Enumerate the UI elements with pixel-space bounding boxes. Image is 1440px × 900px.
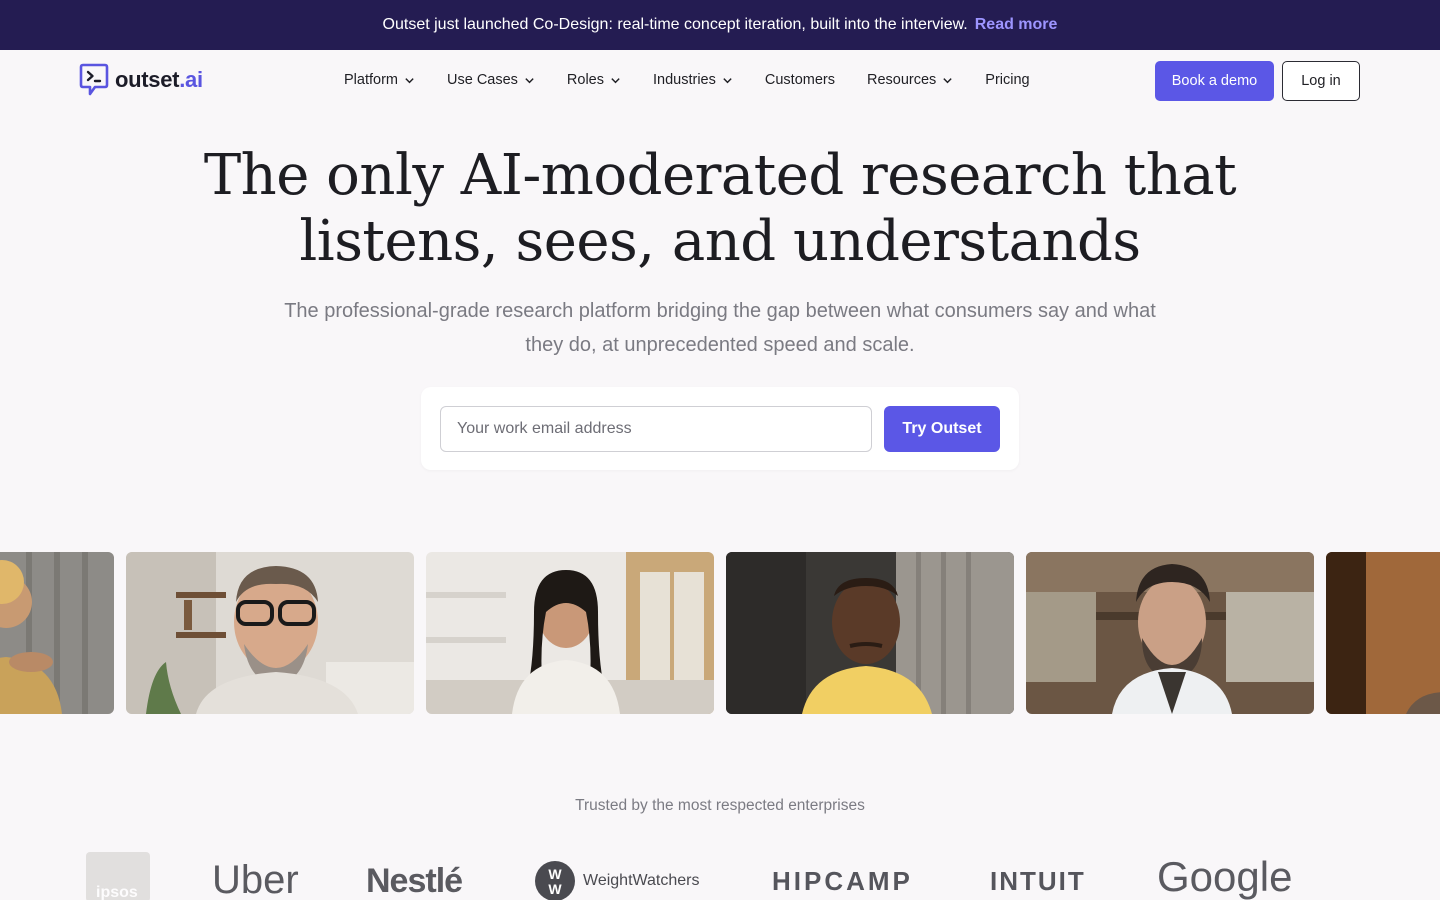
hero-subtitle: The professional-grade research platform… [284, 300, 1156, 356]
chevron-down-icon [405, 77, 414, 83]
nav-item-roles[interactable]: Roles [567, 69, 621, 91]
video-thumbnail[interactable] [726, 552, 1014, 714]
logo-uber: Uber [212, 858, 299, 900]
video-thumbnail[interactable] [1026, 552, 1314, 714]
video-thumbnail[interactable] [0, 552, 114, 714]
nav-item-customers[interactable]: Customers [765, 69, 835, 91]
announcement-read-more-link[interactable]: Read more [975, 16, 1058, 34]
logo-chat-icon [79, 63, 109, 96]
interviewee-video-image [1326, 552, 1440, 714]
svg-text:W: W [548, 866, 562, 882]
interview-video-strip [0, 552, 1440, 714]
announcement-text: Outset just launched Co-Design: real-tim… [382, 16, 968, 33]
customer-logos-row: ipsos Uber Nestlé W W WeightWatchers HIP… [0, 850, 1440, 900]
interviewee-video-image [1026, 552, 1314, 714]
interviewee-video-image [126, 552, 414, 714]
hero-title: The only AI-moderated research that list… [200, 143, 1240, 275]
trusted-heading: Trusted by the most respected enterprise… [575, 797, 865, 814]
chevron-down-icon [611, 77, 620, 83]
nav-item-use-cases[interactable]: Use Cases [447, 69, 535, 91]
work-email-input[interactable] [440, 406, 872, 452]
logo-hipcamp: HIPCAMP [772, 866, 913, 896]
chevron-down-icon [525, 77, 534, 83]
nav-item-platform[interactable]: Platform [344, 69, 415, 91]
logo-nestle: Nestlé [366, 862, 463, 900]
hero-title-line-1: The only AI-moderated research that [203, 143, 1237, 208]
chevron-down-icon [723, 77, 732, 83]
nav-item-industries[interactable]: Industries [653, 69, 733, 91]
interviewee-video-image [426, 552, 714, 714]
video-thumbnail[interactable] [126, 552, 414, 714]
brand-logo[interactable]: outset.ai [79, 63, 203, 97]
hero-title-line-2: listens, sees, and understands [299, 209, 1141, 274]
weightwatchers-icon: W W [535, 861, 575, 900]
video-thumbnail[interactable] [1326, 552, 1440, 714]
logo-intuit: INTUIT [990, 866, 1086, 896]
try-outset-button[interactable]: Try Outset [884, 406, 1000, 452]
brand-wordmark: outset.ai [115, 67, 203, 92]
login-button[interactable]: Log in [1282, 61, 1360, 101]
logo-ipsos: ipsos [86, 852, 150, 900]
signup-card: Try Outset [421, 387, 1019, 470]
logo-weightwatchers: W W WeightWatchers [535, 861, 699, 900]
main-nav: outset.ai Platform Use Cases Roles Indus… [0, 50, 1440, 112]
interviewee-video-image [0, 552, 114, 714]
video-thumbnail[interactable] [426, 552, 714, 714]
svg-text:W: W [548, 881, 562, 897]
nav-menu: Platform Use Cases Roles Industries Cust… [344, 69, 1030, 91]
nav-item-resources[interactable]: Resources [867, 69, 953, 91]
nav-item-pricing[interactable]: Pricing [985, 69, 1029, 91]
logo-google: Google [1157, 853, 1293, 900]
announcement-bar: Outset just launched Co-Design: real-tim… [0, 0, 1440, 50]
book-demo-button[interactable]: Book a demo [1155, 61, 1274, 101]
interviewee-video-image [726, 552, 1014, 714]
chevron-down-icon [943, 77, 952, 83]
